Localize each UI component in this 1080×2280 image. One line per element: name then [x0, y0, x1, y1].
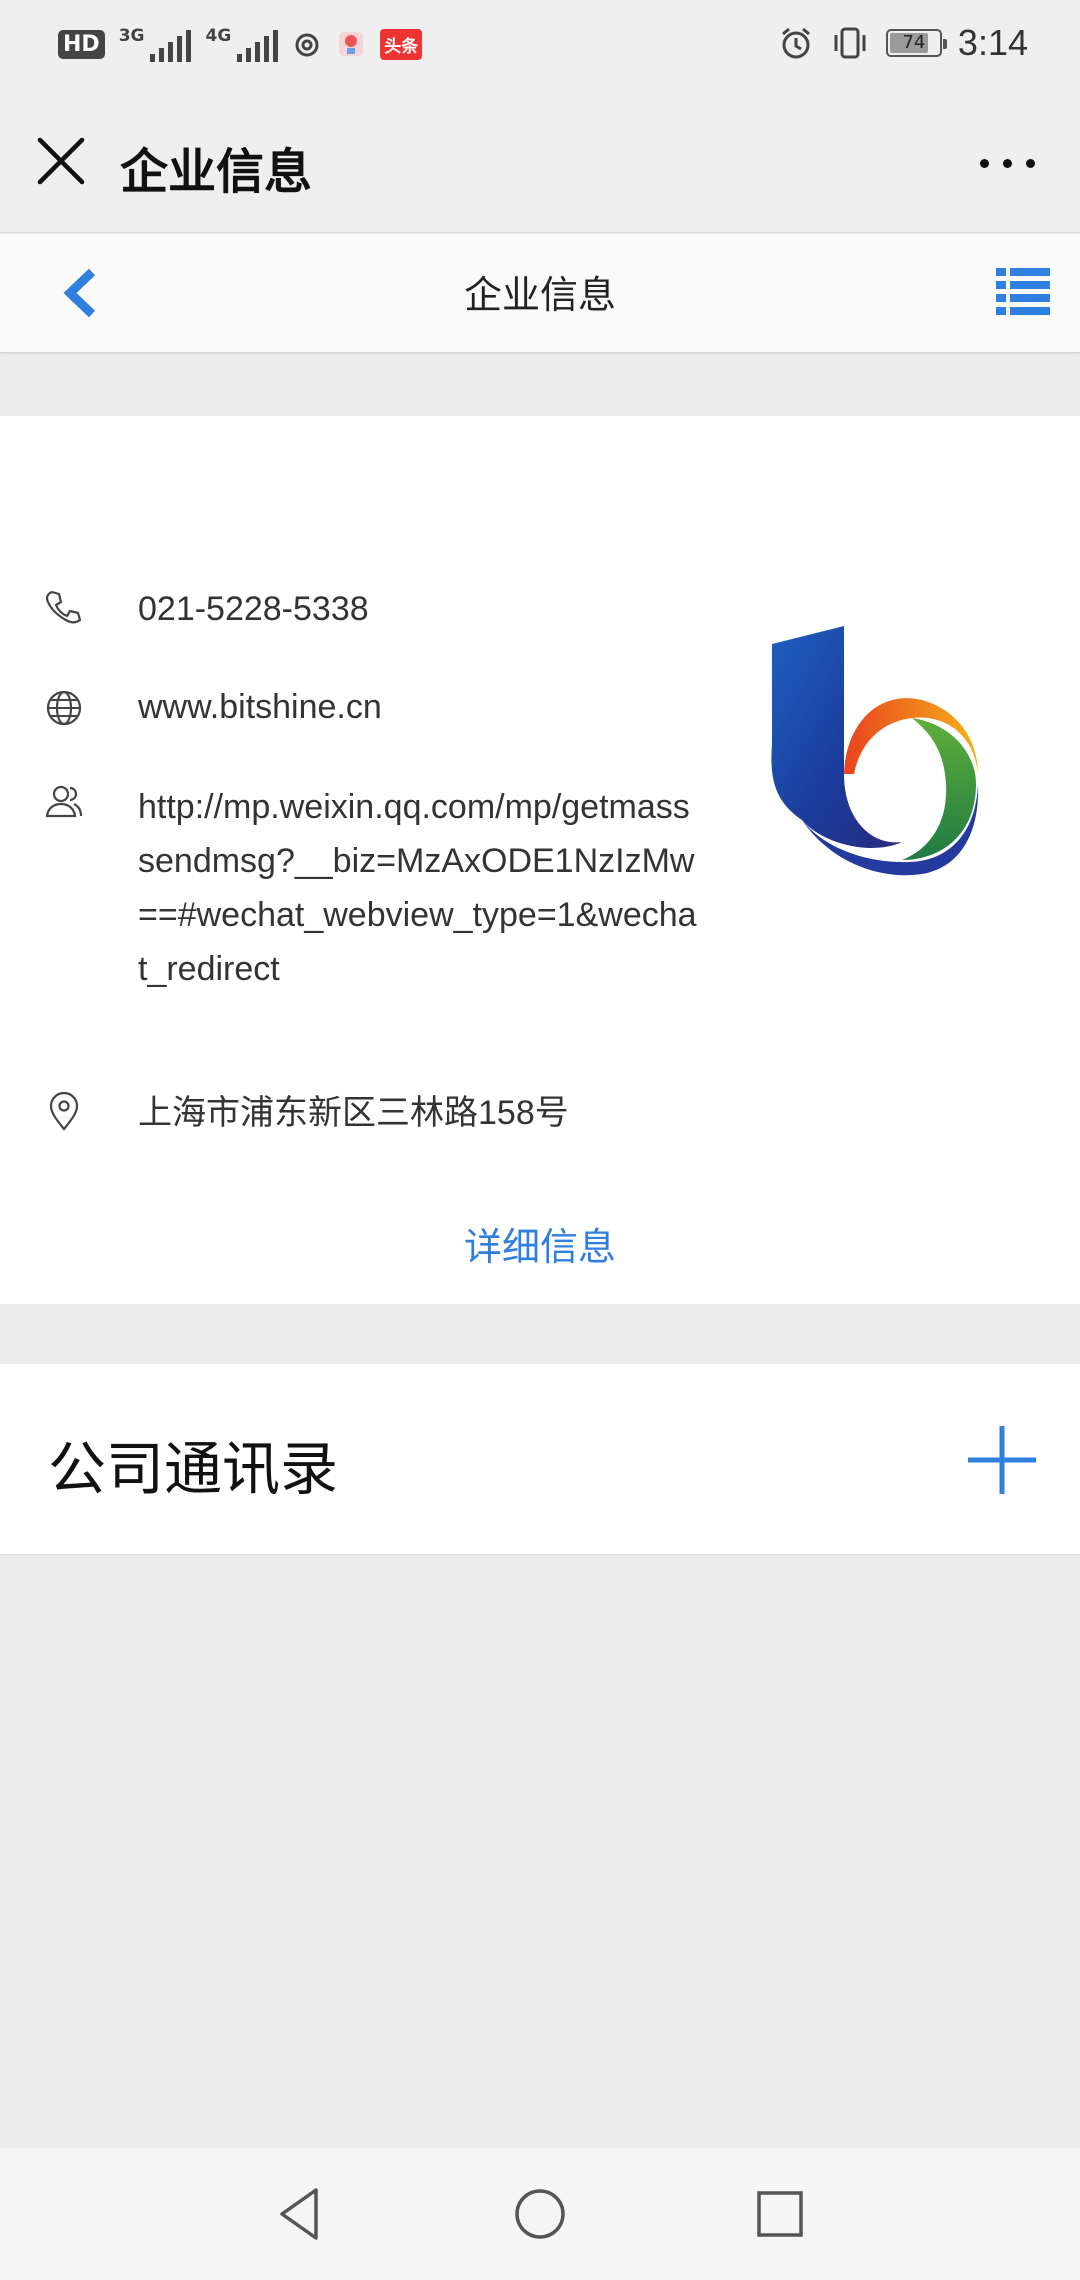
app-icon [339, 32, 364, 56]
alarm-icon [781, 27, 810, 59]
people-icon [45, 785, 83, 818]
location-icon [49, 1092, 79, 1131]
nav-title: 企业信息 [463, 273, 616, 317]
phone-icon [45, 590, 82, 624]
sim1-label: 3G [118, 26, 145, 46]
page-title: 企业信息 [120, 144, 313, 200]
nav-bar: 企业信息 [0, 234, 1080, 353]
contacts-title: 公司通讯录 [48, 1435, 339, 1503]
back-triangle-icon[interactable] [272, 2186, 328, 2242]
globe-icon [46, 690, 82, 726]
weibo-icon [295, 33, 319, 57]
battery-icon: 74 [885, 29, 947, 57]
wechat-link[interactable]: http://mp.weixin.qq.com/mp/getmasssendms… [138, 780, 698, 996]
company-info-card: 021-5228-5338 www.bitshine.cn http://mp.… [0, 416, 1080, 1304]
sim2-label: 4G [205, 26, 232, 46]
website-url: www.bitshine.cn [138, 688, 382, 726]
vibrate-icon [834, 27, 866, 59]
company-contacts-section: 公司通讯录 [0, 1364, 1080, 1555]
phone-number: 021-5228-5338 [138, 590, 369, 628]
address: 上海市浦东新区三林路158号 [138, 1094, 569, 1132]
plus-icon[interactable] [966, 1424, 1038, 1496]
top-bar: 企业信息 [0, 92, 1080, 233]
more-icon[interactable] [976, 144, 1040, 184]
status-left: HD 3G 4G 头条 [58, 26, 423, 62]
status-right: 74 3:14 [778, 22, 1028, 64]
signal-icon: 4G [205, 26, 279, 62]
system-nav-bar [0, 2148, 1080, 2280]
home-circle-icon[interactable] [512, 2186, 568, 2242]
hd-icon: HD [58, 29, 105, 59]
company-logo [771, 626, 979, 876]
close-icon[interactable] [32, 132, 90, 190]
status-bar: HD 3G 4G 头条 74 3:14 [0, 0, 1080, 92]
detail-info-link[interactable]: 详细信息 [0, 1216, 1080, 1271]
list-icon[interactable] [996, 266, 1050, 318]
toutiao-icon: 头条 [380, 28, 423, 60]
clock: 3:14 [957, 22, 1028, 63]
signal-icon: 3G [119, 26, 192, 62]
recents-square-icon[interactable] [752, 2186, 808, 2242]
battery-level: 74 [902, 32, 926, 53]
